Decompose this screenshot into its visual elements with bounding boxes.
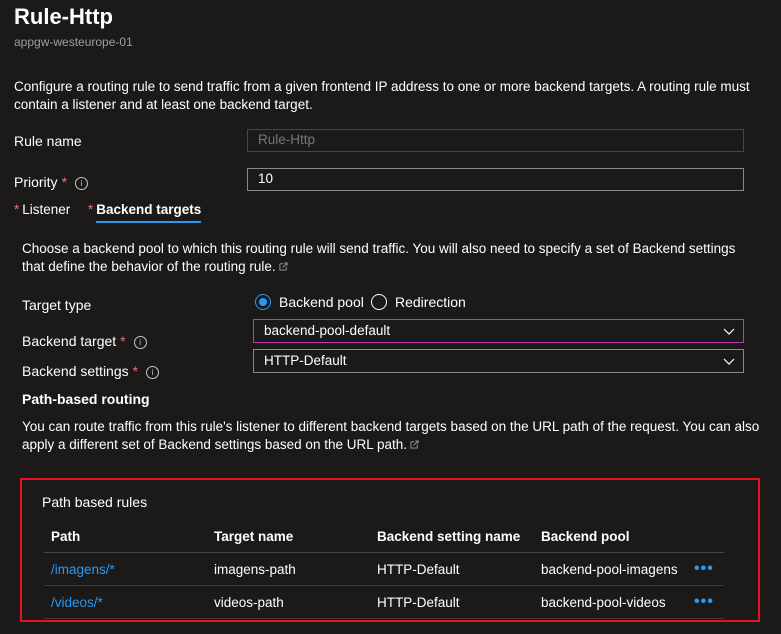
tab-label: Backend targets (96, 202, 202, 223)
backend-pool-cell: backend-pool-videos (534, 585, 687, 619)
info-icon[interactable]: i (133, 336, 147, 349)
external-link-icon[interactable] (279, 262, 288, 271)
rule-name-input[interactable]: Rule-Http (247, 129, 744, 152)
backend-target-select[interactable]: backend-pool-default (253, 319, 744, 343)
radio-selected-icon[interactable] (255, 294, 271, 310)
info-icon[interactable]: i (146, 366, 160, 379)
radio-redirection[interactable]: Redirection (371, 294, 466, 310)
priority-label: Priority * i (14, 174, 89, 190)
chevron-down-icon (723, 358, 735, 365)
column-header-actions (687, 520, 724, 553)
priority-input[interactable]: 10 (247, 168, 744, 191)
backend-intro-text: Choose a backend pool to which this rout… (22, 241, 736, 274)
chevron-down-icon (723, 328, 735, 335)
rule-name-label: Rule name (14, 133, 82, 149)
path-link[interactable]: /videos/* (51, 595, 103, 610)
table-row: /videos/* videos-path HTTP-Default backe… (44, 585, 724, 619)
external-link-icon[interactable] (410, 440, 419, 449)
path-routing-heading: Path-based routing (22, 391, 150, 407)
required-marker: * (14, 202, 20, 217)
required-marker: * (120, 333, 126, 349)
backend-setting-cell: HTTP-Default (370, 552, 534, 586)
column-header-target-name[interactable]: Target name (207, 520, 370, 553)
path-routing-description: You can route traffic from this rule's l… (22, 419, 760, 452)
backend-settings-label: Backend settings * i (22, 363, 160, 379)
radio-unselected-icon[interactable] (371, 294, 387, 310)
column-header-backend-setting[interactable]: Backend setting name (370, 520, 534, 553)
column-header-path[interactable]: Path (44, 520, 207, 553)
target-type-label: Target type (22, 297, 92, 313)
path-link[interactable]: /imagens/* (51, 562, 115, 577)
table-row: /imagens/* imagens-path HTTP-Default bac… (44, 552, 724, 586)
path-rules-title: Path based rules (42, 494, 148, 510)
required-marker: * (88, 202, 94, 217)
intro-text: Configure a routing rule to send traffic… (14, 79, 750, 112)
table-header-row: Path Target name Backend setting name Ba… (44, 520, 724, 553)
info-icon[interactable]: i (75, 177, 89, 190)
path-cell[interactable]: /videos/* (44, 585, 207, 619)
path-rules-section: Path based rules Path Target name Backen… (20, 478, 760, 622)
page-subtitle: appgw-westeurope-01 (14, 35, 133, 49)
tab-backend-targets[interactable]: * Backend targets (88, 202, 202, 223)
path-cell[interactable]: /imagens/* (44, 552, 207, 586)
column-header-backend-pool[interactable]: Backend pool (534, 520, 687, 553)
backend-pool-cell: backend-pool-imagens (534, 552, 687, 586)
backend-setting-cell: HTTP-Default (370, 585, 534, 619)
more-options-icon[interactable]: ••• (694, 560, 714, 577)
row-actions-cell[interactable]: ••• (687, 585, 724, 619)
backend-settings-select[interactable]: HTTP-Default (253, 349, 744, 373)
backend-target-label: Backend target * i (22, 333, 147, 349)
required-marker: * (132, 363, 139, 379)
path-rules-table: Path Target name Backend setting name Ba… (44, 520, 724, 619)
required-marker: * (61, 174, 68, 190)
page-title: Rule-Http (14, 4, 113, 29)
target-name-cell: imagens-path (207, 552, 370, 586)
more-options-icon[interactable]: ••• (694, 593, 714, 610)
tab-listener[interactable]: * Listener (14, 202, 70, 217)
tab-label: Listener (22, 202, 71, 217)
target-name-cell: videos-path (207, 585, 370, 619)
radio-backend-pool[interactable]: Backend pool (255, 294, 364, 310)
row-actions-cell[interactable]: ••• (687, 552, 724, 586)
